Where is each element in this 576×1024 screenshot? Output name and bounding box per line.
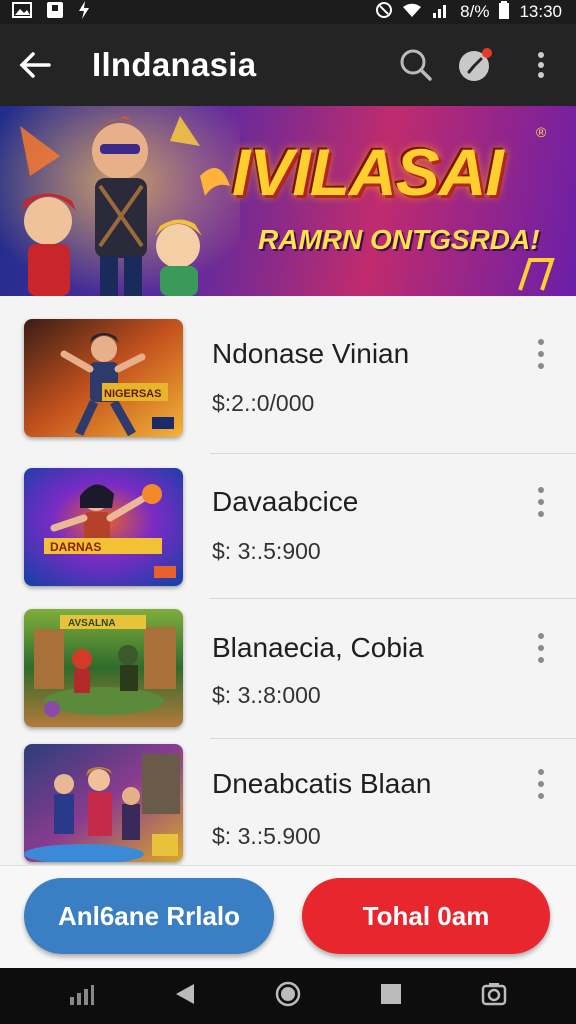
item-thumbnail [24,744,183,862]
overflow-menu-button[interactable] [506,24,576,106]
timer-badge-icon [459,48,492,81]
arrow-left-icon [19,52,51,78]
item-price: $:2.:0/000 [212,390,315,416]
item-title: Ndonase Vinian [212,338,410,369]
recents-nav-icon[interactable] [380,983,402,1010]
signal-icon [432,2,450,23]
item-price: $: 3:.5:900 [212,538,321,564]
registered-mark: ® [536,124,547,140]
item-menu-button[interactable] [528,764,554,804]
search-button[interactable] [386,24,446,106]
screenshot-icon[interactable] [481,982,507,1011]
back-button[interactable] [0,24,70,106]
thumb-label: DARNAS [50,540,101,554]
item-thumbnail: AVSALNA [24,609,183,727]
thumb-label: AVSALNA [68,618,116,629]
banner-subtitle: RAMRN ONTGSRDA! [258,224,540,255]
gallery-notification-icon [12,1,32,23]
item-thumbnail: DARNAS [24,468,183,586]
search-icon [400,49,432,81]
list-item[interactable]: AVSALNA Blanaecia, Cobia $: 3.:8:000 [0,590,576,730]
list-item[interactable]: DARNAS Davaabcice $: 3:.5:900 [0,448,576,588]
banner-title: IVILASAI [232,135,504,209]
status-bar: 8/% 13:30 [0,0,576,24]
flash-icon [78,0,90,24]
app-bar: Ilndanasia [0,24,576,106]
item-menu-button[interactable] [528,482,554,522]
item-title: Dneabcatis Blaan [212,768,432,799]
dnd-icon [376,1,393,23]
more-vertical-icon [538,339,544,369]
item-list: NIGERSAS Ndonase Vinian $:2.:0/000 DARNA… [0,300,576,865]
item-title: Blanaecia, Cobia [212,632,424,663]
system-nav-bar [0,968,576,1024]
primary-action-button[interactable]: Anl6ane Rrlalo [24,878,274,954]
wifi-icon [402,2,422,23]
list-item[interactable]: Dneabcatis Blaan $: 3.:5.900 [0,730,576,870]
thumb-label: NIGERSAS [104,388,161,400]
item-thumbnail: NIGERSAS [24,319,183,437]
more-vertical-icon [538,487,544,517]
more-vertical-icon [538,52,544,78]
home-nav-icon[interactable] [275,981,301,1012]
item-menu-button[interactable] [528,628,554,668]
more-vertical-icon [538,769,544,799]
notifications-button[interactable] [446,24,506,106]
item-price: $: 3.:8:000 [212,682,321,708]
battery-icon [499,0,510,24]
banner-characters-art [0,106,240,296]
decorative-shape-icon [518,258,555,291]
clock: 13:30 [519,2,562,21]
item-title: Davaabcice [212,486,359,517]
page-title: Ilndanasia [92,46,257,83]
notification-icon [46,1,64,24]
secondary-action-button[interactable]: Tohal 0am [302,878,550,954]
action-bar: Anl6ane Rrlalo Tohal 0am [0,865,576,968]
item-price: $: 3.:5.900 [212,823,321,849]
item-menu-button[interactable] [528,334,554,374]
back-nav-icon[interactable] [174,982,196,1011]
promo-banner[interactable]: IVILASAI RAMRN ONTGSRDA! ® [0,106,576,296]
signal-bars-icon[interactable] [69,983,95,1010]
more-vertical-icon [538,633,544,663]
battery-level: 8/% [460,2,490,21]
list-item[interactable]: NIGERSAS Ndonase Vinian $:2.:0/000 [0,300,576,440]
